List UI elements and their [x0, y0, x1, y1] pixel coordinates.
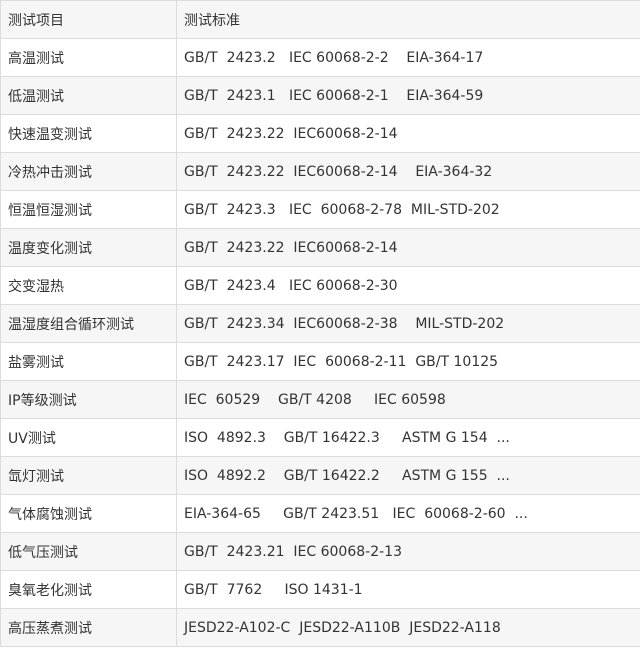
test-item-cell: 低温测试 — [0, 76, 177, 115]
test-standard-cell: GB/T 2423.34 IEC60068-2-38 MIL-STD-202 — [176, 304, 640, 343]
test-item-cell: IP等级测试 — [0, 380, 177, 419]
test-standard-cell: IEC 60529 GB/T 4208 IEC 60598 — [176, 380, 640, 419]
table-row: 温度变化测试 GB/T 2423.22 IEC60068-2-14 — [0, 228, 640, 267]
header-test-item: 测试项目 — [0, 0, 177, 39]
table-row: 臭氧老化测试 GB/T 7762 ISO 1431-1 — [0, 570, 640, 609]
test-item-cell: 氙灯测试 — [0, 456, 177, 495]
test-item-cell: 冷热冲击测试 — [0, 152, 177, 191]
test-standard-cell: GB/T 7762 ISO 1431-1 — [176, 570, 640, 609]
test-standard-cell: GB/T 2423.4 IEC 60068-2-30 — [176, 266, 640, 305]
header-test-standard: 测试标准 — [176, 0, 640, 39]
test-standard-cell: GB/T 2423.21 IEC 60068-2-13 — [176, 532, 640, 571]
table-row: 交变湿热 GB/T 2423.4 IEC 60068-2-30 — [0, 266, 640, 305]
test-standard-cell: ISO 4892.2 GB/T 16422.2 ASTM G 155 ... — [176, 456, 640, 495]
test-item-cell: 高温测试 — [0, 38, 177, 77]
test-standard-cell: GB/T 2423.22 IEC60068-2-14 — [176, 228, 640, 267]
table-row: 冷热冲击测试 GB/T 2423.22 IEC60068-2-14 EIA-364… — [0, 152, 640, 191]
test-item-cell: 交变湿热 — [0, 266, 177, 305]
table-row: 恒温恒湿测试 GB/T 2423.3 IEC 60068-2-78 MIL-STD… — [0, 190, 640, 229]
table-row: IP等级测试 IEC 60529 GB/T 4208 IEC 60598 — [0, 380, 640, 419]
test-item-cell: 快速温变测试 — [0, 114, 177, 153]
table-row: 盐雾测试 GB/T 2423.17 IEC 60068-2-11 GB/T 101… — [0, 342, 640, 381]
test-standard-cell: EIA-364-65 GB/T 2423.51 IEC 60068-2-60 .… — [176, 494, 640, 533]
test-item-cell: 盐雾测试 — [0, 342, 177, 381]
test-item-cell: 高压蒸煮测试 — [0, 608, 177, 647]
test-item-cell: 臭氧老化测试 — [0, 570, 177, 609]
test-item-cell: UV测试 — [0, 418, 177, 457]
table-row: 低温测试 GB/T 2423.1 IEC 60068-2-1 EIA-364-59 — [0, 76, 640, 115]
test-standard-cell: ISO 4892.3 GB/T 16422.3 ASTM G 154 ... — [176, 418, 640, 457]
test-item-cell: 恒温恒湿测试 — [0, 190, 177, 229]
test-standards-table: 测试项目 测试标准 高温测试 GB/T 2423.2 IEC 60068-2-2 … — [0, 0, 640, 647]
table-row: 高压蒸煮测试 JESD22-A102-C JESD22-A110B JESD22-… — [0, 608, 640, 647]
table-row: 低气压测试 GB/T 2423.21 IEC 60068-2-13 — [0, 532, 640, 571]
test-item-cell: 温湿度组合循环测试 — [0, 304, 177, 343]
table-row: 氙灯测试 ISO 4892.2 GB/T 16422.2 ASTM G 155 .… — [0, 456, 640, 495]
test-standard-cell: GB/T 2423.3 IEC 60068-2-78 MIL-STD-202 — [176, 190, 640, 229]
table-row: 快速温变测试 GB/T 2423.22 IEC60068-2-14 — [0, 114, 640, 153]
table-row: 温湿度组合循环测试 GB/T 2423.34 IEC60068-2-38 MIL-… — [0, 304, 640, 343]
test-standard-cell: GB/T 2423.2 IEC 60068-2-2 EIA-364-17 — [176, 38, 640, 77]
table-row: 气体腐蚀测试 EIA-364-65 GB/T 2423.51 IEC 60068-… — [0, 494, 640, 533]
test-standard-cell: GB/T 2423.22 IEC60068-2-14 — [176, 114, 640, 153]
table-row: 高温测试 GB/T 2423.2 IEC 60068-2-2 EIA-364-17 — [0, 38, 640, 77]
table-header-row: 测试项目 测试标准 — [0, 0, 640, 39]
table-row: UV测试 ISO 4892.3 GB/T 16422.3 ASTM G 154 .… — [0, 418, 640, 457]
test-standard-cell: GB/T 2423.22 IEC60068-2-14 EIA-364-32 — [176, 152, 640, 191]
test-standard-cell: GB/T 2423.1 IEC 60068-2-1 EIA-364-59 — [176, 76, 640, 115]
test-item-cell: 气体腐蚀测试 — [0, 494, 177, 533]
test-standard-cell: JESD22-A102-C JESD22-A110B JESD22-A118 — [176, 608, 640, 647]
test-standard-cell: GB/T 2423.17 IEC 60068-2-11 GB/T 10125 — [176, 342, 640, 381]
test-item-cell: 低气压测试 — [0, 532, 177, 571]
test-item-cell: 温度变化测试 — [0, 228, 177, 267]
